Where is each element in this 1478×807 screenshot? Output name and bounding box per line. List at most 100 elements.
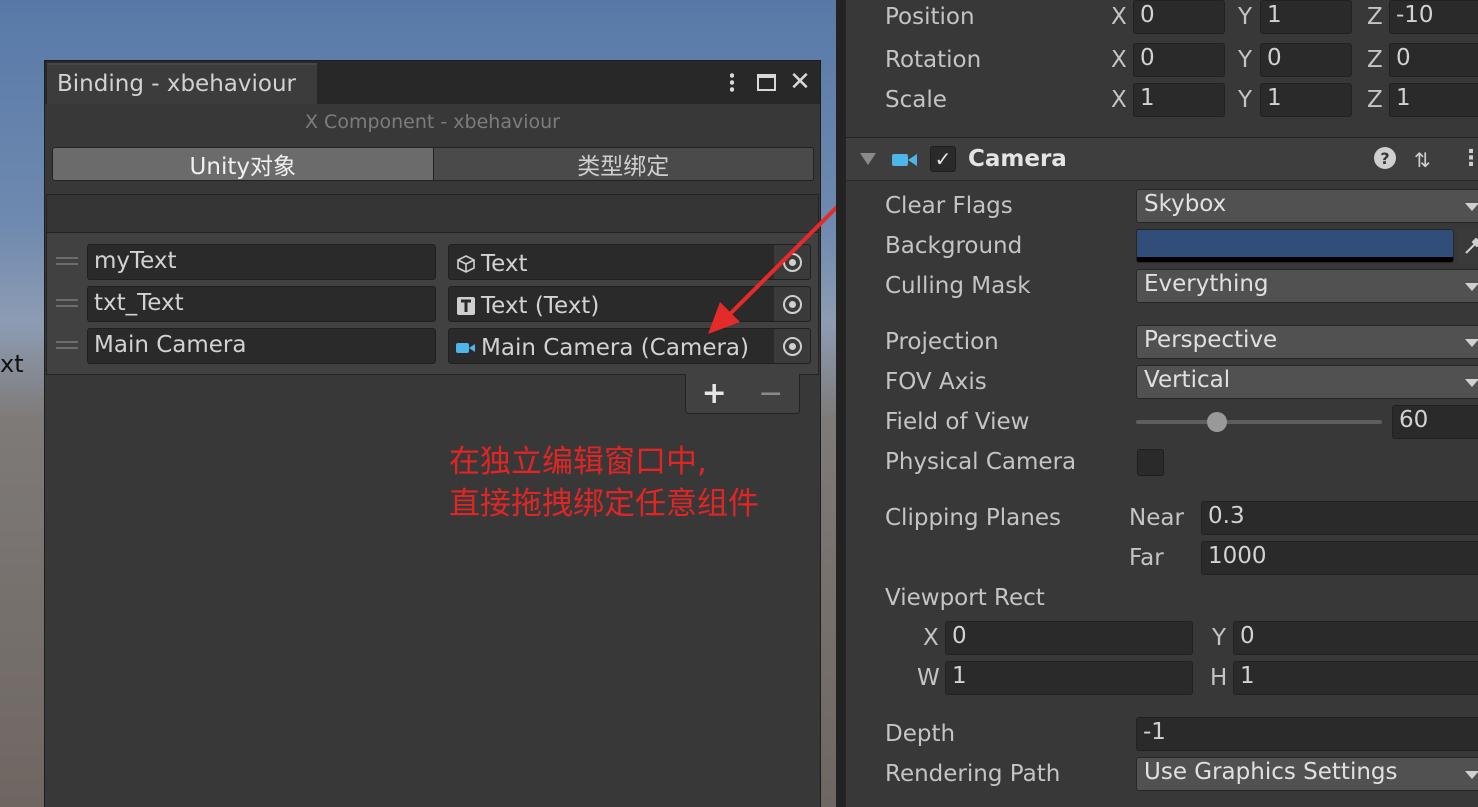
scale-y-label: Y — [1238, 87, 1253, 113]
binding-name-field[interactable]: myText — [87, 244, 436, 280]
viewport-x-label: X — [923, 625, 939, 651]
projection-dropdown[interactable]: Perspective — [1136, 325, 1478, 359]
object-field-value: Text (Text) — [481, 292, 600, 319]
position-x-label: X — [1111, 4, 1127, 30]
position-label: Position — [885, 4, 975, 30]
background-color-field[interactable] — [1136, 229, 1454, 263]
fov-axis-label: FOV Axis — [885, 369, 987, 395]
drag-handle-icon[interactable] — [56, 257, 78, 265]
rendering-path-value: Use Graphics Settings — [1144, 759, 1398, 785]
chevron-down-icon — [1465, 379, 1478, 387]
viewport-h-label: H — [1210, 665, 1228, 691]
rotation-x-field[interactable]: 0 — [1133, 43, 1225, 77]
field-of-view-field[interactable]: 60 — [1392, 405, 1478, 439]
add-element-button[interactable]: + — [702, 376, 727, 411]
viewport-x-field[interactable]: 0 — [945, 621, 1193, 655]
binding-name-field[interactable]: txt_Text — [87, 286, 436, 322]
clear-flags-dropdown[interactable]: Skybox — [1136, 189, 1478, 223]
scale-z-field[interactable]: 1 — [1389, 83, 1478, 117]
field-of-view-label: Field of View — [885, 409, 1030, 435]
chevron-down-icon — [1465, 339, 1478, 347]
far-field[interactable]: 1000 — [1201, 541, 1478, 575]
clipping-planes-label: Clipping Planes — [885, 505, 1061, 531]
window-tab[interactable]: Binding - xbehaviour — [47, 63, 317, 104]
annotation-text: 在独立编辑窗口中, 直接拖拽绑定任意组件 — [449, 441, 759, 525]
close-icon[interactable]: ✕ — [785, 65, 815, 99]
clear-flags-value: Skybox — [1144, 191, 1227, 217]
camera-icon — [892, 149, 918, 175]
text-component-icon — [455, 295, 477, 317]
viewport-w-label: W — [917, 665, 940, 691]
position-x-field[interactable]: 0 — [1133, 0, 1225, 34]
drag-handle-icon[interactable] — [56, 299, 78, 307]
rotation-x-label: X — [1111, 47, 1127, 73]
rotation-z-field[interactable]: 0 — [1389, 43, 1478, 77]
camera-icon — [455, 337, 477, 359]
alpha-bar — [1137, 257, 1453, 262]
background-color-swatch — [1137, 230, 1453, 259]
viewport-rect-label: Viewport Rect — [885, 585, 1045, 611]
fov-axis-dropdown[interactable]: Vertical — [1136, 365, 1478, 399]
rotation-y-label: Y — [1238, 47, 1253, 73]
chevron-down-icon — [1465, 203, 1478, 211]
rendering-path-label: Rendering Path — [885, 761, 1061, 787]
near-field[interactable]: 0.3 — [1201, 501, 1478, 535]
position-y-field[interactable]: 1 — [1260, 0, 1352, 34]
culling-mask-dropdown[interactable]: Everything — [1136, 269, 1478, 303]
tab-unity-objects[interactable]: Unity对象 — [53, 148, 434, 180]
scale-z-label: Z — [1367, 87, 1383, 113]
eyedropper-icon[interactable] — [1458, 229, 1478, 263]
annotation-line-2: 直接拖拽绑定任意组件 — [449, 486, 759, 522]
rotation-y-field[interactable]: 0 — [1260, 43, 1352, 77]
drag-handle-icon[interactable] — [56, 341, 78, 349]
scene-partial-text: xt — [0, 350, 24, 378]
foldout-arrow-icon[interactable] — [860, 153, 876, 165]
help-icon[interactable]: ? — [1374, 147, 1396, 169]
viewport-y-label: Y — [1212, 625, 1227, 651]
window-tab-bar: Binding - xbehaviour ✕ — [45, 61, 820, 104]
gameobject-cube-icon — [455, 253, 477, 275]
position-y-label: Y — [1238, 4, 1253, 30]
remove-element-button[interactable]: − — [758, 376, 783, 411]
depth-label: Depth — [885, 721, 956, 747]
projection-value: Perspective — [1144, 327, 1278, 353]
object-field-value: Text — [481, 250, 528, 277]
clear-flags-label: Clear Flags — [885, 193, 1013, 219]
scale-x-label: X — [1111, 87, 1127, 113]
viewport-h-field[interactable]: 1 — [1233, 661, 1478, 695]
culling-mask-label: Culling Mask — [885, 273, 1031, 299]
maximize-icon[interactable] — [751, 65, 781, 99]
field-of-view-slider[interactable] — [1136, 420, 1382, 424]
position-z-label: Z — [1367, 4, 1383, 30]
projection-label: Projection — [885, 329, 999, 355]
scale-x-field[interactable]: 1 — [1133, 83, 1225, 117]
physical-camera-label: Physical Camera — [885, 449, 1077, 475]
window-menu-icon[interactable] — [717, 65, 747, 99]
far-label: Far — [1129, 545, 1164, 571]
viewport-y-field[interactable]: 0 — [1233, 621, 1478, 655]
fov-axis-value: Vertical — [1144, 367, 1231, 393]
rotation-z-label: Z — [1367, 47, 1383, 73]
annotation-line-1: 在独立编辑窗口中, — [449, 444, 707, 480]
depth-field[interactable]: -1 — [1136, 717, 1478, 751]
slider-thumb[interactable] — [1207, 412, 1228, 432]
background-label: Background — [885, 233, 1023, 259]
position-z-field[interactable]: -10 — [1389, 0, 1478, 34]
component-title: X Component - xbehaviour — [305, 111, 560, 133]
camera-component-header[interactable]: ✓ Camera ? ⇅ ⋮ — [846, 137, 1478, 181]
list-footer: + − — [685, 374, 800, 414]
rendering-path-dropdown[interactable]: Use Graphics Settings — [1136, 757, 1478, 791]
presets-icon[interactable]: ⇅ — [1414, 148, 1431, 172]
scale-label: Scale — [885, 87, 947, 113]
camera-enabled-checkbox[interactable]: ✓ — [930, 146, 956, 172]
near-label: Near — [1129, 505, 1184, 531]
binding-name-field[interactable]: Main Camera — [87, 328, 436, 364]
scale-y-field[interactable]: 1 — [1260, 83, 1352, 117]
camera-component-title: Camera — [968, 146, 1067, 172]
physical-camera-checkbox[interactable] — [1137, 449, 1164, 476]
culling-mask-value: Everything — [1144, 271, 1269, 297]
chevron-down-icon — [1465, 771, 1478, 779]
chevron-down-icon — [1465, 283, 1478, 291]
component-menu-icon[interactable]: ⋮ — [1460, 146, 1478, 171]
viewport-w-field[interactable]: 1 — [945, 661, 1193, 695]
